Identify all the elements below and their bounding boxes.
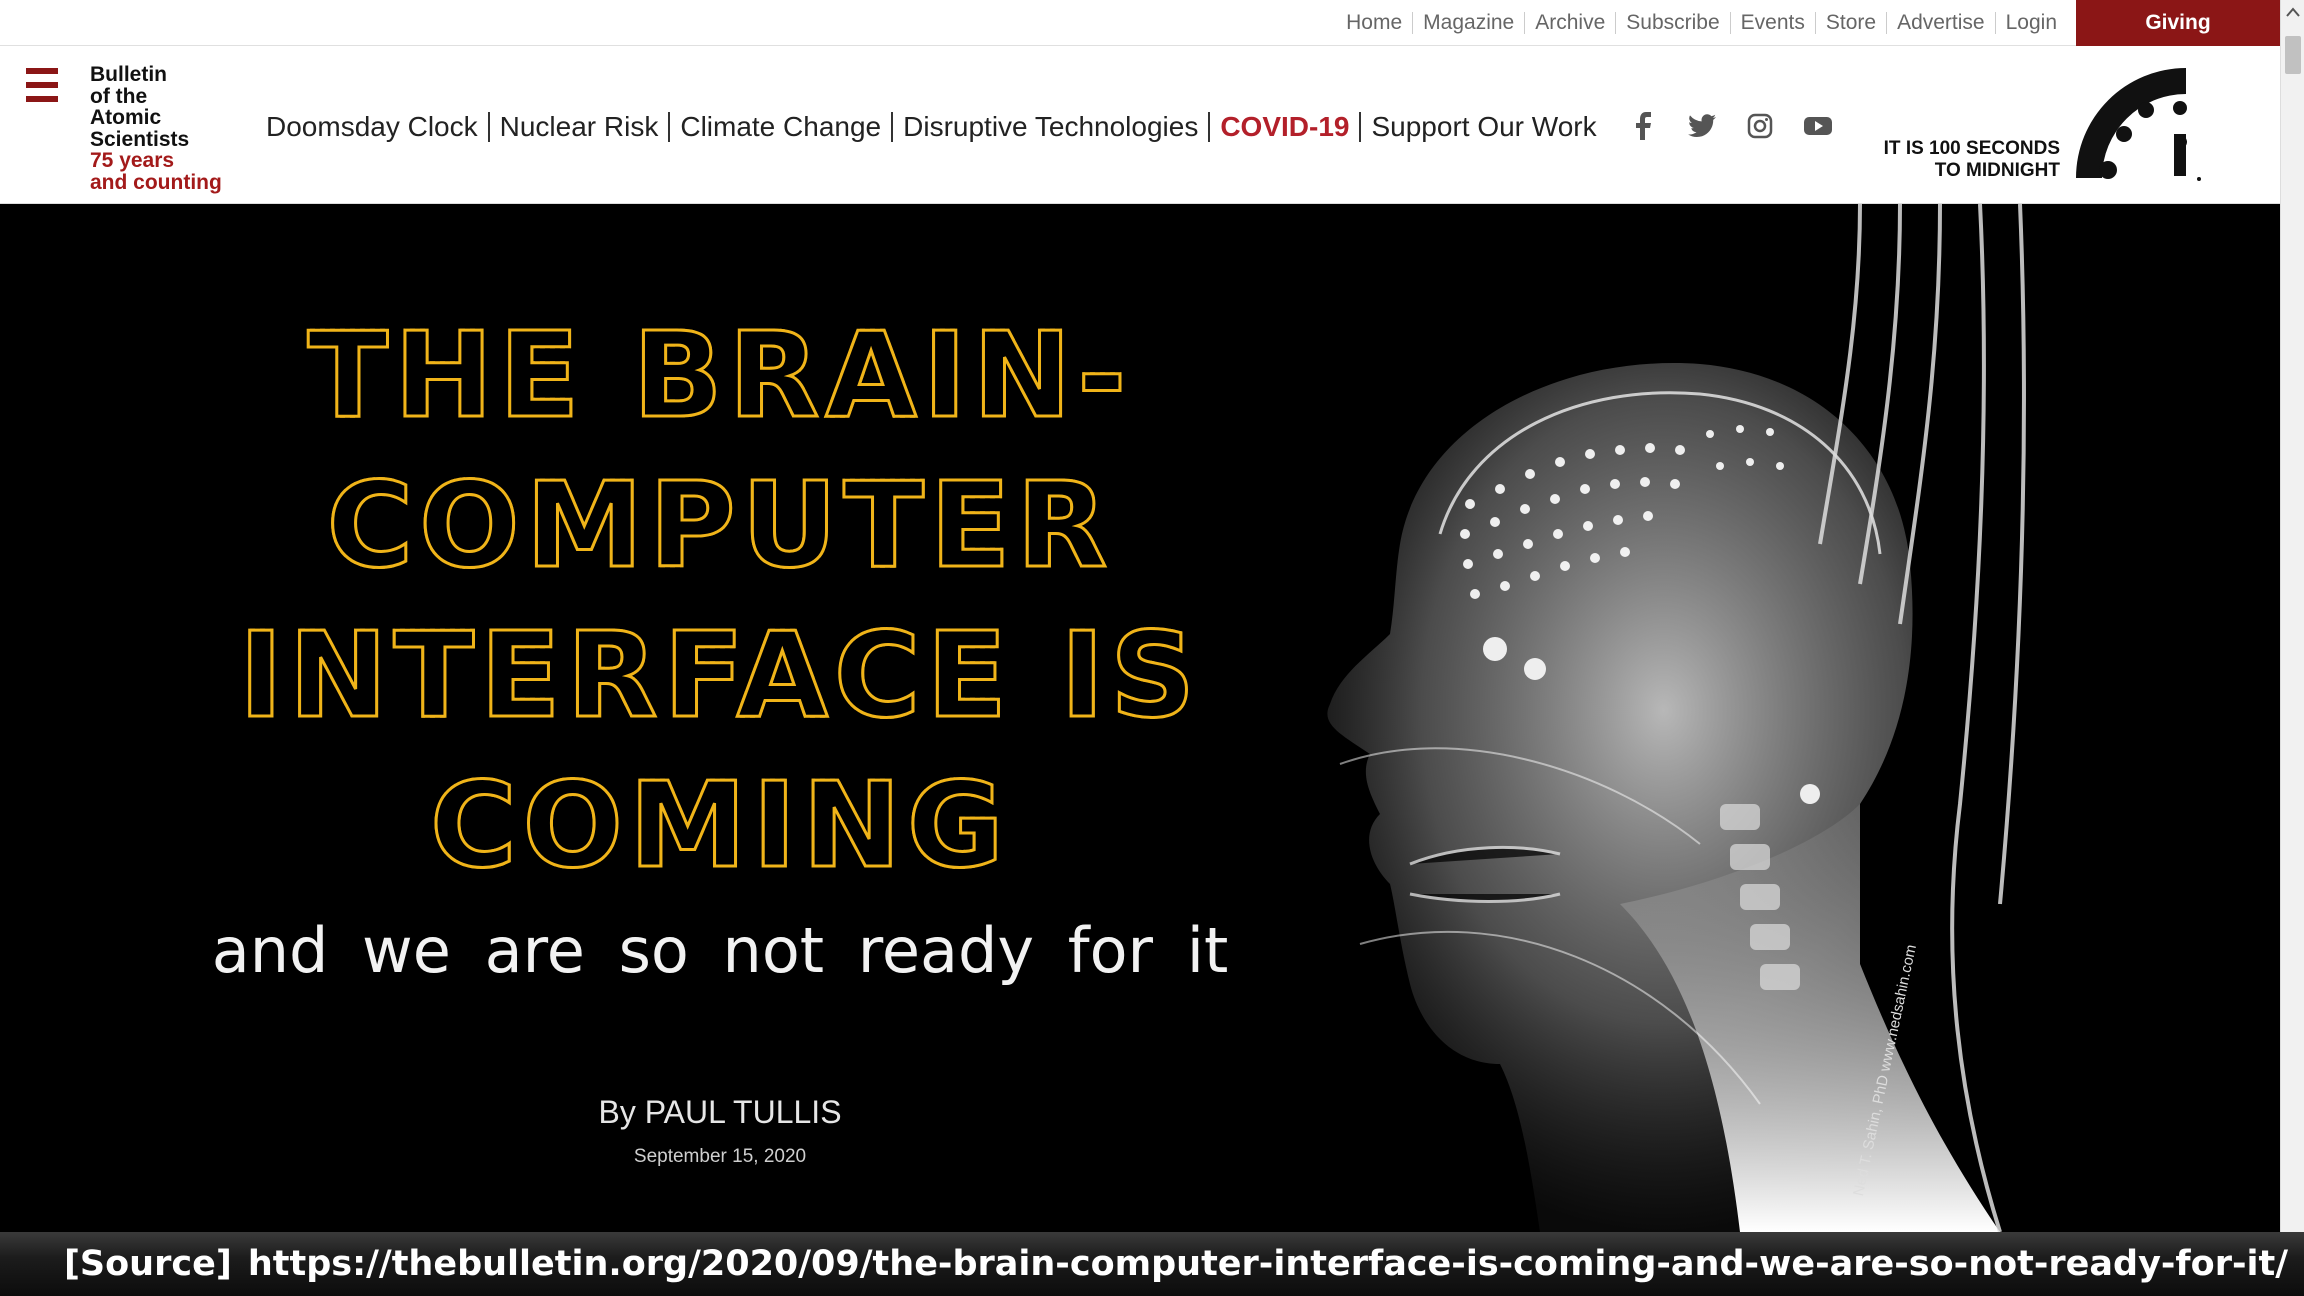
nav-climate-change[interactable]: Climate Change xyxy=(668,112,891,142)
utility-nav: Home Magazine Archive Subscribe Events S… xyxy=(1336,0,2067,46)
article-hero: THE BRAIN- COMPUTER INTERFACE IS COMING … xyxy=(0,204,2280,1232)
utility-link-subscribe[interactable]: Subscribe xyxy=(1615,12,1729,34)
youtube-icon[interactable] xyxy=(1804,112,1832,140)
twitter-icon[interactable] xyxy=(1688,112,1716,140)
logo-tagline: and counting xyxy=(90,170,222,194)
utility-link-magazine[interactable]: Magazine xyxy=(1412,12,1524,34)
source-caption-bar: [Source] https://thebulletin.org/2020/09… xyxy=(0,1232,2304,1296)
nav-support-our-work[interactable]: Support Our Work xyxy=(1359,112,1606,142)
headline-line: INTERFACE IS xyxy=(150,600,1290,750)
utility-link-login[interactable]: Login xyxy=(1994,12,2067,34)
doomsday-clock-status[interactable]: IT IS 100 SECONDS TO MIDNIGHT xyxy=(1850,138,2060,182)
utility-link-advertise[interactable]: Advertise xyxy=(1886,12,1995,34)
page-scrollbar[interactable] xyxy=(2280,0,2304,1232)
scroll-thumb[interactable] xyxy=(2285,36,2301,74)
nav-nuclear-risk[interactable]: Nuclear Risk xyxy=(487,112,669,142)
headline-line: COMPUTER xyxy=(150,450,1290,600)
logo-line: Bulletin xyxy=(90,63,167,86)
hamburger-menu-icon[interactable] xyxy=(26,68,58,102)
article-byline[interactable]: By PAUL TULLIS xyxy=(420,1094,1020,1131)
logo-line: of the xyxy=(90,84,148,108)
source-url[interactable]: https://thebulletin.org/2020/09/the-brai… xyxy=(248,1244,2288,1284)
main-header: Bulletin of the Atomic Scientists 75 yea… xyxy=(0,46,2280,204)
clock-line: TO MIDNIGHT xyxy=(1934,160,2060,181)
utility-link-archive[interactable]: Archive xyxy=(1524,12,1615,34)
instagram-icon[interactable] xyxy=(1746,112,1774,140)
scroll-up-arrow-icon[interactable] xyxy=(2281,0,2304,24)
doomsday-clock-icon[interactable] xyxy=(2066,58,2206,188)
logo-line: Scientists xyxy=(90,127,190,151)
source-caption: [Source] https://thebulletin.org/2020/09… xyxy=(64,1240,2288,1288)
headline-line: THE BRAIN- xyxy=(150,300,1290,450)
utility-link-home[interactable]: Home xyxy=(1336,12,1412,34)
article-headline: THE BRAIN- COMPUTER INTERFACE IS COMING xyxy=(150,300,1290,900)
utility-link-events[interactable]: Events xyxy=(1729,12,1815,34)
nav-covid-19[interactable]: COVID-19 xyxy=(1208,112,1359,142)
nav-doomsday-clock[interactable]: Doomsday Clock xyxy=(266,112,488,142)
site-logo[interactable]: Bulletin of the Atomic Scientists 75 yea… xyxy=(90,64,250,193)
headline-line: COMING xyxy=(150,750,1290,900)
article-subheadline: and we are so not ready for it xyxy=(211,914,1229,987)
nav-disruptive-technologies[interactable]: Disruptive Technologies xyxy=(891,112,1208,142)
clock-line: IT IS 100 SECONDS xyxy=(1883,138,2060,159)
primary-nav: Doomsday Clock Nuclear Risk Climate Chan… xyxy=(266,110,1607,144)
social-links xyxy=(1630,112,1832,140)
utility-link-store[interactable]: Store xyxy=(1814,12,1886,34)
utility-bar: Home Magazine Archive Subscribe Events S… xyxy=(0,0,2280,46)
facebook-icon[interactable] xyxy=(1630,112,1658,140)
logo-line: Atomic xyxy=(90,106,162,129)
source-label: [Source] xyxy=(63,1244,232,1284)
giving-button[interactable]: Giving xyxy=(2076,0,2280,46)
xray-skull-image xyxy=(1327,204,2026,1232)
article-date: September 15, 2020 xyxy=(633,1146,807,1167)
logo-tagline: 75 years xyxy=(90,149,175,172)
